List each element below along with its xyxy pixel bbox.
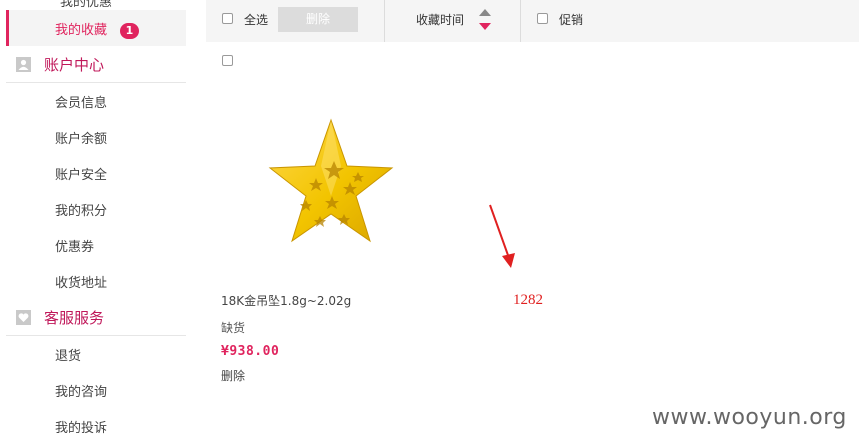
sidebar-item-coupons[interactable]: 优惠券: [55, 240, 94, 256]
stock-status: 缺货: [221, 321, 246, 335]
heart-icon: [16, 310, 31, 325]
divider: [384, 0, 385, 42]
divider: [520, 0, 521, 42]
select-all-label[interactable]: 全选: [244, 13, 268, 27]
divider: [6, 82, 186, 83]
active-indicator: [6, 10, 9, 46]
annotation-number: 1282: [513, 292, 543, 308]
sidebar-item-security[interactable]: 账户安全: [55, 168, 107, 184]
sidebar-item-returns[interactable]: 退货: [55, 349, 81, 365]
sidebar-item-complaints[interactable]: 我的投诉: [55, 421, 107, 437]
divider: [6, 335, 186, 336]
person-icon: [16, 57, 31, 72]
annotation-arrow-icon: [489, 204, 515, 268]
section-title: 账户中心: [44, 56, 105, 74]
sidebar: 我的优惠 我的收藏 1 账户中心 会员信息 账户余额 账户安全 我的积分 优惠券…: [0, 0, 190, 448]
section-title: 客服服务: [44, 309, 105, 327]
sidebar-item-inquiries[interactable]: 我的咨询: [55, 385, 107, 401]
favorite-product-card: 18K金吊坠1.8g~2.02g 缺货 ¥938.00 删除: [206, 42, 859, 448]
sidebar-item-balance[interactable]: 账户余额: [55, 132, 107, 148]
product-name[interactable]: 18K金吊坠1.8g~2.02g: [221, 292, 351, 309]
sidebar-item-member-info[interactable]: 会员信息: [55, 96, 107, 112]
product-price: ¥938.00: [221, 344, 280, 359]
favorites-toolbar: 全选 删除 收藏时间 促销: [206, 0, 859, 42]
sidebar-item-clipped[interactable]: 我的优惠: [60, 0, 112, 10]
batch-delete-button[interactable]: 删除: [278, 7, 358, 32]
product-select-checkbox[interactable]: [222, 55, 233, 66]
promo-checkbox[interactable]: [537, 13, 548, 24]
product-image[interactable]: [246, 106, 416, 251]
favorites-count-badge: 1: [120, 23, 139, 39]
sidebar-item-address[interactable]: 收货地址: [55, 276, 107, 292]
delete-link[interactable]: 删除: [221, 367, 245, 384]
sort-ascending-icon[interactable]: [479, 9, 491, 16]
sort-descending-icon[interactable]: [479, 23, 491, 30]
sidebar-item-favorites-label[interactable]: 我的收藏: [55, 23, 107, 39]
promo-label[interactable]: 促销: [559, 13, 583, 27]
watermark: www.wooyun.org: [652, 405, 847, 430]
sidebar-item-points[interactable]: 我的积分: [55, 204, 107, 220]
sort-by-time-label[interactable]: 收藏时间: [416, 13, 464, 27]
select-all-checkbox[interactable]: [222, 13, 233, 24]
